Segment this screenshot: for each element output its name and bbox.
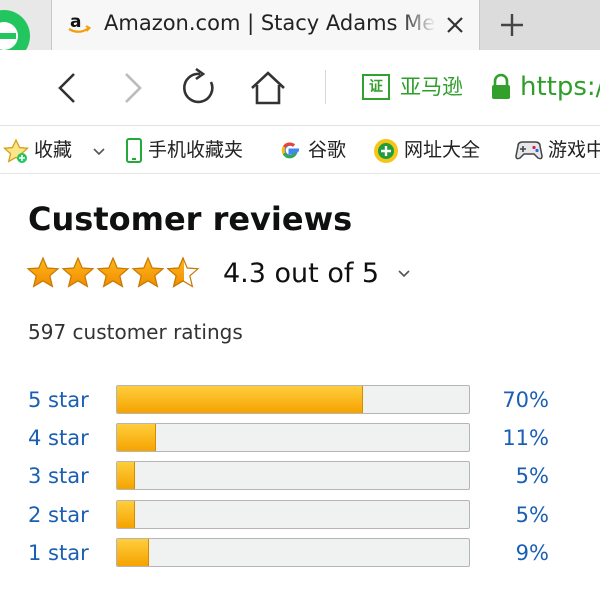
site-identity[interactable]: 亚马逊 — [400, 72, 463, 102]
certificate-badge[interactable]: 证 — [362, 74, 390, 100]
histogram-bar[interactable] — [116, 461, 470, 490]
star-icon — [61, 256, 95, 288]
histogram-bar[interactable] — [116, 500, 470, 529]
navigation-bar: 证 亚马逊 https:// — [0, 50, 600, 126]
browser-logo-icon — [0, 10, 30, 50]
histogram-bar[interactable] — [116, 538, 470, 567]
histogram-bar-fill — [117, 539, 149, 566]
histogram-star-link[interactable]: 5 star — [28, 385, 89, 415]
histogram-bar-fill — [117, 386, 364, 413]
amazon-favicon-icon: a — [68, 12, 92, 33]
star-icon — [26, 256, 60, 288]
bookmark-google[interactable]: 谷歌 — [278, 136, 360, 164]
histogram-row-5-star[interactable]: 5 star 70% — [0, 383, 600, 417]
star-icon — [2, 138, 30, 163]
histogram-row-3-star[interactable]: 3 star 5% — [0, 459, 600, 493]
histogram-percent-link[interactable]: 5% — [516, 500, 549, 530]
tab-previous[interactable] — [0, 0, 52, 50]
histogram-row-1-star[interactable]: 1 star 9% — [0, 536, 600, 570]
star-rating[interactable] — [26, 256, 206, 290]
forward-icon[interactable] — [112, 68, 152, 108]
histogram-bar[interactable] — [116, 423, 470, 452]
svg-text:a: a — [70, 12, 81, 32]
rating-summary[interactable]: 4.3 out of 5 — [223, 256, 379, 292]
histogram-percent-link[interactable]: 9% — [516, 538, 549, 568]
histogram-percent-link[interactable]: 11% — [502, 423, 549, 453]
tab-amazon[interactable]: a Amazon.com | Stacy Adams Men's — [52, 0, 480, 50]
tab-strip: a Amazon.com | Stacy Adams Men's — [0, 0, 600, 50]
back-icon[interactable] — [48, 68, 88, 108]
histogram-star-link[interactable]: 3 star — [28, 461, 89, 491]
bookmark-favorites[interactable]: 收藏 — [2, 136, 110, 164]
new-tab-icon[interactable] — [494, 8, 530, 42]
plus-circle-icon — [374, 139, 398, 163]
star-icon — [131, 256, 165, 288]
histogram-bar-fill — [117, 424, 156, 451]
bookmark-url-directory[interactable]: 网址大全 — [372, 136, 500, 164]
total-ratings-count: 597 customer ratings — [28, 320, 243, 344]
bookmark-label: 手机收藏夹 — [148, 139, 244, 161]
reviews-heading: Customer reviews — [28, 200, 353, 238]
histogram-percent-link[interactable]: 5% — [516, 461, 549, 491]
histogram-bar-fill — [117, 501, 135, 528]
gamepad-icon — [515, 141, 543, 160]
histogram-bar-fill — [117, 462, 135, 489]
bookmarks-bar: 收藏 手机收藏夹 谷歌 网址大全 游戏中 — [0, 126, 600, 174]
bookmark-label: 谷歌 — [308, 139, 347, 161]
star-icon — [96, 256, 130, 288]
histogram-row-4-star[interactable]: 4 star 11% — [0, 421, 600, 455]
histogram-star-link[interactable]: 1 star — [28, 538, 89, 568]
close-icon[interactable] — [440, 10, 470, 40]
histogram-percent-link[interactable]: 70% — [502, 385, 549, 415]
half-star-icon — [166, 256, 200, 288]
chevron-down-icon[interactable] — [396, 266, 412, 282]
refresh-icon[interactable] — [180, 68, 220, 108]
bookmark-game-center[interactable]: 游戏中心 — [514, 136, 600, 164]
chevron-down-icon — [93, 148, 105, 156]
bookmark-label: 网址大全 — [404, 139, 481, 161]
home-icon[interactable] — [248, 68, 288, 108]
bookmark-mobile-favorites[interactable]: 手机收藏夹 — [124, 136, 264, 164]
lock-icon[interactable] — [490, 73, 512, 101]
histogram-star-link[interactable]: 4 star — [28, 423, 89, 453]
address-bar[interactable]: https:// — [520, 70, 600, 104]
nav-divider — [325, 70, 326, 104]
histogram-row-2-star[interactable]: 2 star 5% — [0, 498, 600, 532]
phone-icon — [126, 138, 142, 163]
google-icon — [281, 142, 299, 159]
tab-title: Amazon.com | Stacy Adams Men's — [104, 9, 436, 37]
bookmark-label: 收藏 — [34, 139, 73, 161]
bookmark-label: 游戏中心 — [548, 139, 600, 161]
histogram-bar[interactable] — [116, 385, 470, 414]
histogram-star-link[interactable]: 2 star — [28, 500, 89, 530]
